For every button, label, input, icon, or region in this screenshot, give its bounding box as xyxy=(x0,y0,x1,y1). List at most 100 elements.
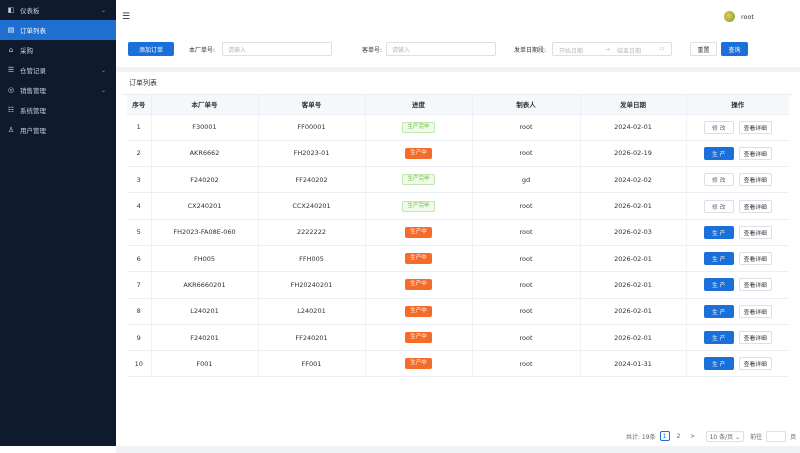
cell-customer-no: FF00001 xyxy=(258,114,366,141)
sidebar-item-label: 订单列表 xyxy=(20,27,46,35)
cell-date: 2026-02-03 xyxy=(580,219,687,246)
view-detail-button[interactable]: 查看详细 xyxy=(738,304,772,318)
produce-button[interactable]: 生 产 xyxy=(703,225,734,239)
search-button[interactable]: 查询 xyxy=(721,42,748,56)
table-row: 2 AKR6662 FH2023-01 生产中 root 2026-02-19 生 产查看详… xyxy=(127,140,789,168)
produce-button[interactable]: 生 产 xyxy=(703,278,734,292)
page-1-button[interactable]: 1 xyxy=(659,431,670,441)
cell-factory-no: F240201 xyxy=(151,324,259,352)
dashboard-icon: ◧ xyxy=(7,6,15,14)
chevron-down-icon: ⌄ xyxy=(100,66,106,74)
sidebar-item[interactable]: ◎ 销售管理 ⌄ xyxy=(0,80,116,100)
view-detail-button[interactable]: 查看详细 xyxy=(738,173,772,187)
cell-status: 生产完毕 xyxy=(365,192,473,220)
sidebar-item[interactable]: ☰ 仓管记录 ⌄ xyxy=(0,60,116,80)
cell-customer-no: FH2023-01 xyxy=(258,140,366,168)
cell-date: 2026-02-19 xyxy=(580,140,687,168)
cell-status: 生产中 xyxy=(365,298,473,325)
cell-date: 2026-02-01 xyxy=(580,245,687,273)
reset-button[interactable]: 重置 xyxy=(690,42,717,56)
sidebar-item[interactable]: ♙ 用户管理 xyxy=(0,120,116,140)
goto-suffix: 页 xyxy=(790,433,797,441)
customer-no-input[interactable]: 请输入 xyxy=(386,42,496,56)
sidebar-item-label: 仓管记录 xyxy=(20,67,46,75)
next-page-button[interactable]: > xyxy=(688,431,698,441)
sales-icon: ◎ xyxy=(7,86,15,94)
view-detail-button[interactable]: 查看详细 xyxy=(738,120,772,134)
view-detail-button[interactable]: 查看详细 xyxy=(738,225,772,239)
cell-actions: 生 产查看详细 xyxy=(686,219,789,246)
order-list-panel: 订单列表 序号 本厂单号 客单号 进度 制表人 发单日期 操作 1 F30001 FF00001… xyxy=(122,72,792,446)
sidebar-item[interactable]: ☷ 系统管理 xyxy=(0,100,116,120)
table-row: 5 FH2023-FA08E-060 2222222 生产中 root 2026-02-0… xyxy=(127,219,789,246)
view-detail-button[interactable]: 查看详细 xyxy=(738,357,772,371)
table-row: 1 F30001 FF00001 生产完毕 root 2024-02-01 修 改查看详细 xyxy=(127,114,789,141)
top-bar: ☰ root xyxy=(116,0,800,36)
warehouse-record-icon: ☰ xyxy=(7,66,15,74)
view-detail-button[interactable]: 查看详细 xyxy=(738,278,772,292)
cell-actions: 生 产查看详细 xyxy=(686,324,789,352)
produce-button[interactable]: 生 产 xyxy=(703,357,734,371)
cell-factory-no: F001 xyxy=(151,350,259,378)
cell-factory-no: L240201 xyxy=(151,298,259,325)
order-table: 序号 本厂单号 客单号 进度 制表人 发单日期 操作 1 F30001 FF00001 生产完毕 r… xyxy=(127,95,789,378)
menu-toggle-icon[interactable]: ☰ xyxy=(122,12,130,22)
sidebar-item[interactable]: ◧ 仪表板 ⌄ xyxy=(0,0,116,20)
cell-factory-no: AKR6662 xyxy=(151,140,259,168)
factory-no-input[interactable]: 请输入 xyxy=(222,42,332,56)
cell-creator: root xyxy=(472,245,581,273)
cell-factory-no: FH2023-FA08E-060 xyxy=(151,219,259,246)
cell-creator: root xyxy=(472,114,581,141)
cell-date: 2024-01-31 xyxy=(580,350,687,378)
status-badge: 生产完毕 xyxy=(402,200,435,212)
view-detail-button[interactable]: 查看详细 xyxy=(738,331,772,345)
cell-creator: gd xyxy=(472,166,581,194)
calendar-icon: ▭ xyxy=(659,45,665,52)
sidebar-item-label: 用户管理 xyxy=(20,127,46,135)
view-detail-button[interactable]: 查看详细 xyxy=(738,199,772,213)
column-header: 本厂单号 xyxy=(151,95,259,115)
pagination: 共计: 19条 1 2 > 10 条/页 ⌄ 前往 页 xyxy=(626,430,796,442)
cell-creator: root xyxy=(472,324,581,352)
date-range-picker[interactable]: 开始日期 → 结束日期 ▭ xyxy=(552,42,672,56)
table-row: 10 F001 FF001 生产中 root 2024-01-31 生 产查看详细 xyxy=(127,350,789,378)
status-badge: 生产中 xyxy=(405,147,432,159)
edit-button[interactable]: 修 改 xyxy=(703,120,734,134)
view-detail-button[interactable]: 查看详细 xyxy=(738,146,772,160)
edit-button[interactable]: 修 改 xyxy=(703,199,734,213)
user-menu[interactable]: root xyxy=(723,11,754,22)
goto-page-input[interactable] xyxy=(766,430,787,442)
sidebar-item-label: 销售管理 xyxy=(20,87,46,95)
cell-customer-no: FF240202 xyxy=(258,166,366,194)
status-badge: 生产中 xyxy=(405,332,432,344)
cell-index: 4 xyxy=(127,192,152,220)
produce-button[interactable]: 生 产 xyxy=(703,252,734,266)
cell-factory-no: CX240201 xyxy=(151,192,259,220)
page-2-button[interactable]: 2 xyxy=(674,431,684,441)
edit-button[interactable]: 修 改 xyxy=(703,173,734,187)
cell-index: 7 xyxy=(127,271,152,299)
sidebar-item-label: 系统管理 xyxy=(20,107,46,115)
cell-index: 9 xyxy=(127,324,152,352)
status-badge: 生产中 xyxy=(405,279,432,291)
sidebar-item[interactable]: ▤ 订单列表 xyxy=(0,20,116,40)
goto-label: 前往 xyxy=(750,433,763,441)
view-detail-button[interactable]: 查看详细 xyxy=(738,252,772,266)
cell-status: 生产中 xyxy=(365,271,473,299)
sidebar-item-label: 仪表板 xyxy=(20,7,40,15)
cell-creator: root xyxy=(472,140,581,168)
page-size-select[interactable]: 10 条/页 ⌄ xyxy=(705,430,745,442)
cell-creator: root xyxy=(472,298,581,325)
date-end-placeholder: 结束日期 xyxy=(617,48,642,55)
system-icon: ☷ xyxy=(7,106,15,114)
sidebar-item[interactable]: ⌂ 采购 xyxy=(0,40,116,60)
avatar xyxy=(723,11,735,22)
add-order-button[interactable]: 添加订单 xyxy=(128,42,174,56)
produce-button[interactable]: 生 产 xyxy=(703,304,734,318)
bottom-background xyxy=(116,446,800,453)
cell-date: 2024-02-01 xyxy=(580,114,687,141)
produce-button[interactable]: 生 产 xyxy=(703,146,734,160)
cell-customer-no: 2222222 xyxy=(258,219,366,246)
produce-button[interactable]: 生 产 xyxy=(703,331,734,345)
table-header-row: 序号 本厂单号 客单号 进度 制表人 发单日期 操作 xyxy=(127,95,789,115)
